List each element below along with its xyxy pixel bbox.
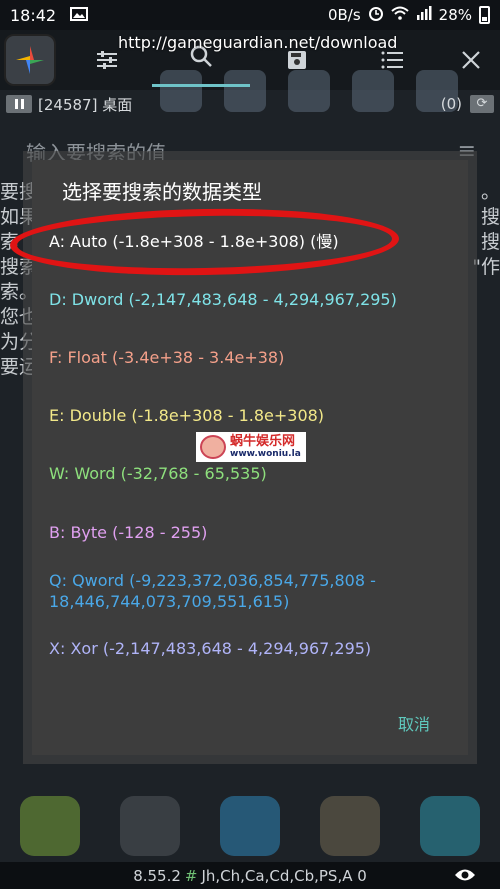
option-double[interactable]: E: Double (-1.8e+308 - 1.8e+308) <box>49 405 324 426</box>
download-url: http://gameguardian.net/download <box>118 33 398 52</box>
hash-symbol: # <box>184 866 198 885</box>
refresh-icon[interactable]: ⟳ <box>470 95 494 113</box>
close-icon[interactable] <box>456 46 486 74</box>
eye-icon[interactable] <box>454 866 476 887</box>
process-row: [24587] 桌面 (0) ⟳ <box>0 92 500 116</box>
gameguardian-logo[interactable] <box>4 34 56 86</box>
process-label[interactable]: [24587] 桌面 <box>38 94 132 115</box>
option-xor[interactable]: X: Xor (-2,147,483,648 - 4,294,967,295) <box>49 638 371 659</box>
dialog-title: 选择要搜索的数据类型 <box>62 180 262 204</box>
clock: 18:42 <box>10 5 57 25</box>
option-float[interactable]: F: Float (-3.4e+38 - 3.4e+38) <box>49 347 284 368</box>
option-qword[interactable]: Q: Qword (-9,223,372,036,854,775,808 - 1… <box>49 570 379 612</box>
result-count: (0) <box>440 95 462 113</box>
footer-bar: 8.55.2 # Jh,Ch,Ca,Cd,Cb,PS,A 0 <box>0 862 500 889</box>
option-byte[interactable]: B: Byte (-128 - 255) <box>49 522 207 543</box>
battery-icon <box>479 6 490 24</box>
active-tab-indicator <box>152 84 250 87</box>
gallery-notification-icon <box>70 6 89 25</box>
option-word[interactable]: W: Word (-32,768 - 65,535) <box>49 463 267 484</box>
pause-button[interactable] <box>6 95 32 113</box>
flags-label: Jh,Ch,Ca,Cd,Cb,PS,A 0 <box>201 866 367 885</box>
signal-icon <box>416 6 432 24</box>
cancel-button[interactable]: 取消 <box>398 711 430 735</box>
background-help-text-right: 。 搜 搜 "作 <box>472 181 500 278</box>
watermark-title: 蜗牛娱乐网 <box>230 433 296 449</box>
app-toolbar: http://gameguardian.net/download <box>0 30 500 112</box>
battery-percent: 28% <box>438 6 472 24</box>
status-bar: 18:42 0B/s 28% <box>0 0 500 30</box>
watermark: 蜗牛娱乐网 www.woniu.la <box>196 432 306 462</box>
alarm-icon <box>368 5 384 25</box>
watermark-url: www.woniu.la <box>230 448 301 459</box>
background-dock <box>0 790 500 862</box>
network-speed: 0B/s <box>327 6 361 24</box>
version-label: 8.55.2 <box>133 866 181 885</box>
option-dword[interactable]: D: Dword (-2,147,483,648 - 4,294,967,295… <box>49 289 397 310</box>
wifi-icon <box>390 6 409 24</box>
snail-logo-icon <box>200 435 226 459</box>
